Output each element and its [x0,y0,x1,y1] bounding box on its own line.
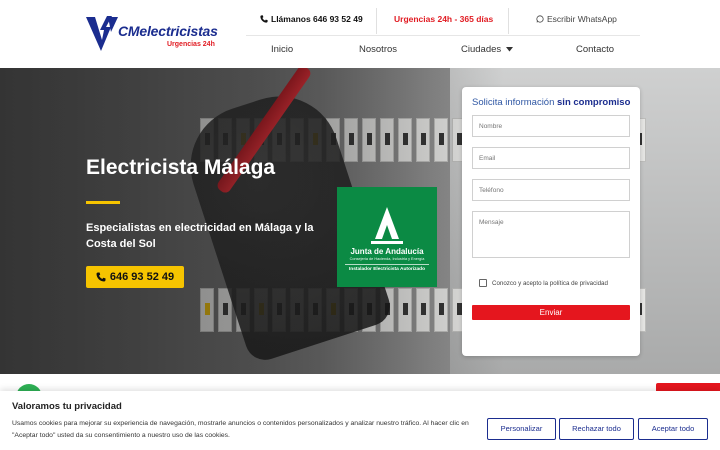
urgent-label: Urgencias 24h - 365 días [394,14,494,24]
caret-down-icon [506,47,514,52]
form-title-bold: sin compromiso [557,97,631,108]
form-title-plain: Solicita información [472,97,555,108]
hero-title: Electricista Málaga [86,156,276,179]
hero-call-button[interactable]: 646 93 52 49 [86,266,184,288]
privacy-label: Conozco y acepto la política de privacid… [492,279,608,287]
junta-andalucia-badge: Junta de Andalucía Consejería de Haciend… [337,187,437,287]
nav-item-nosotros[interactable]: Nosotros [359,44,397,55]
logo-name: CMelectricistas [118,23,218,39]
privacy-consent: Conozco y acepto la política de privacid… [479,279,608,287]
junta-department: Consejería de Hacienda, Industria y Ener… [349,257,425,261]
nav-item-ciudades[interactable]: Ciudades [461,44,514,55]
message-field[interactable] [472,211,630,258]
whatsapp-icon [536,15,544,23]
hero-accent-bar [86,201,120,204]
form-title: Solicita información sin compromiso [472,97,630,108]
top-contact-bar: Llámanos 646 93 52 49 Urgencias 24h - 36… [246,8,640,36]
customize-button[interactable]: Personalizar [487,418,556,440]
hero-subtitle: Especialistas en electricidad en Málaga … [86,222,314,250]
main-nav: Inicio Nosotros Ciudades Contacto [246,44,640,60]
reject-all-button[interactable]: Rechazar todo [559,418,634,440]
site-header: CMelectricistas Urgencias 24h Llámanos 6… [0,0,720,68]
privacy-checkbox[interactable] [479,279,487,287]
junta-divider [345,264,429,265]
junta-caption: Instalador Electricista Autorizado [348,267,426,272]
phone-icon [96,272,106,282]
phone-icon [260,15,268,23]
email-field[interactable] [472,147,630,169]
submit-button[interactable]: Enviar [472,305,630,320]
call-link[interactable]: Llámanos 646 93 52 49 [260,14,363,24]
contact-form: Solicita información sin compromiso Cono… [462,87,640,356]
hero-call-label: 646 93 52 49 [109,271,175,283]
name-field[interactable] [472,115,630,137]
phone-field[interactable] [472,179,630,201]
logo-tagline: Urgencias 24h [167,41,215,48]
topbar-divider [508,8,509,34]
site-logo[interactable]: CMelectricistas Urgencias 24h [86,16,218,52]
cookie-banner: Valoramos tu privacidad Usamos cookies p… [0,391,720,450]
whatsapp-label: Escribir WhatsApp [547,14,617,24]
call-label: Llámanos 646 93 52 49 [271,14,363,24]
junta-logo-icon [371,207,403,244]
nav-item-contacto[interactable]: Contacto [576,44,614,55]
nav-item-inicio[interactable]: Inicio [271,44,293,55]
cookie-title: Valoramos tu privacidad [12,401,122,412]
whatsapp-link[interactable]: Escribir WhatsApp [536,14,617,24]
topbar-divider [376,8,377,34]
cookie-text: Usamos cookies para mejorar su experienc… [12,420,469,439]
accept-all-button[interactable]: Aceptar todo [638,418,708,440]
lightning-logo-icon [86,16,118,51]
nav-item-ciudades-label: Ciudades [461,44,502,55]
junta-name: Junta de Andalucía [350,247,424,256]
